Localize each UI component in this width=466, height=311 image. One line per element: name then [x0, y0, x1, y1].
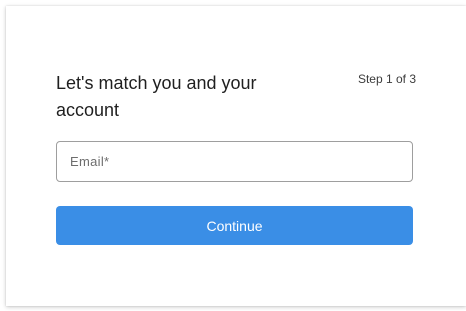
step-indicator: Step 1 of 3 — [357, 72, 416, 86]
continue-button[interactable]: Continue — [56, 206, 413, 245]
account-match-card: Let's match you and your account Step 1 … — [6, 6, 466, 306]
email-field[interactable] — [56, 141, 413, 182]
card-header: Let's match you and your account Step 1 … — [56, 70, 416, 130]
page-title: Let's match you and your account — [56, 73, 257, 120]
